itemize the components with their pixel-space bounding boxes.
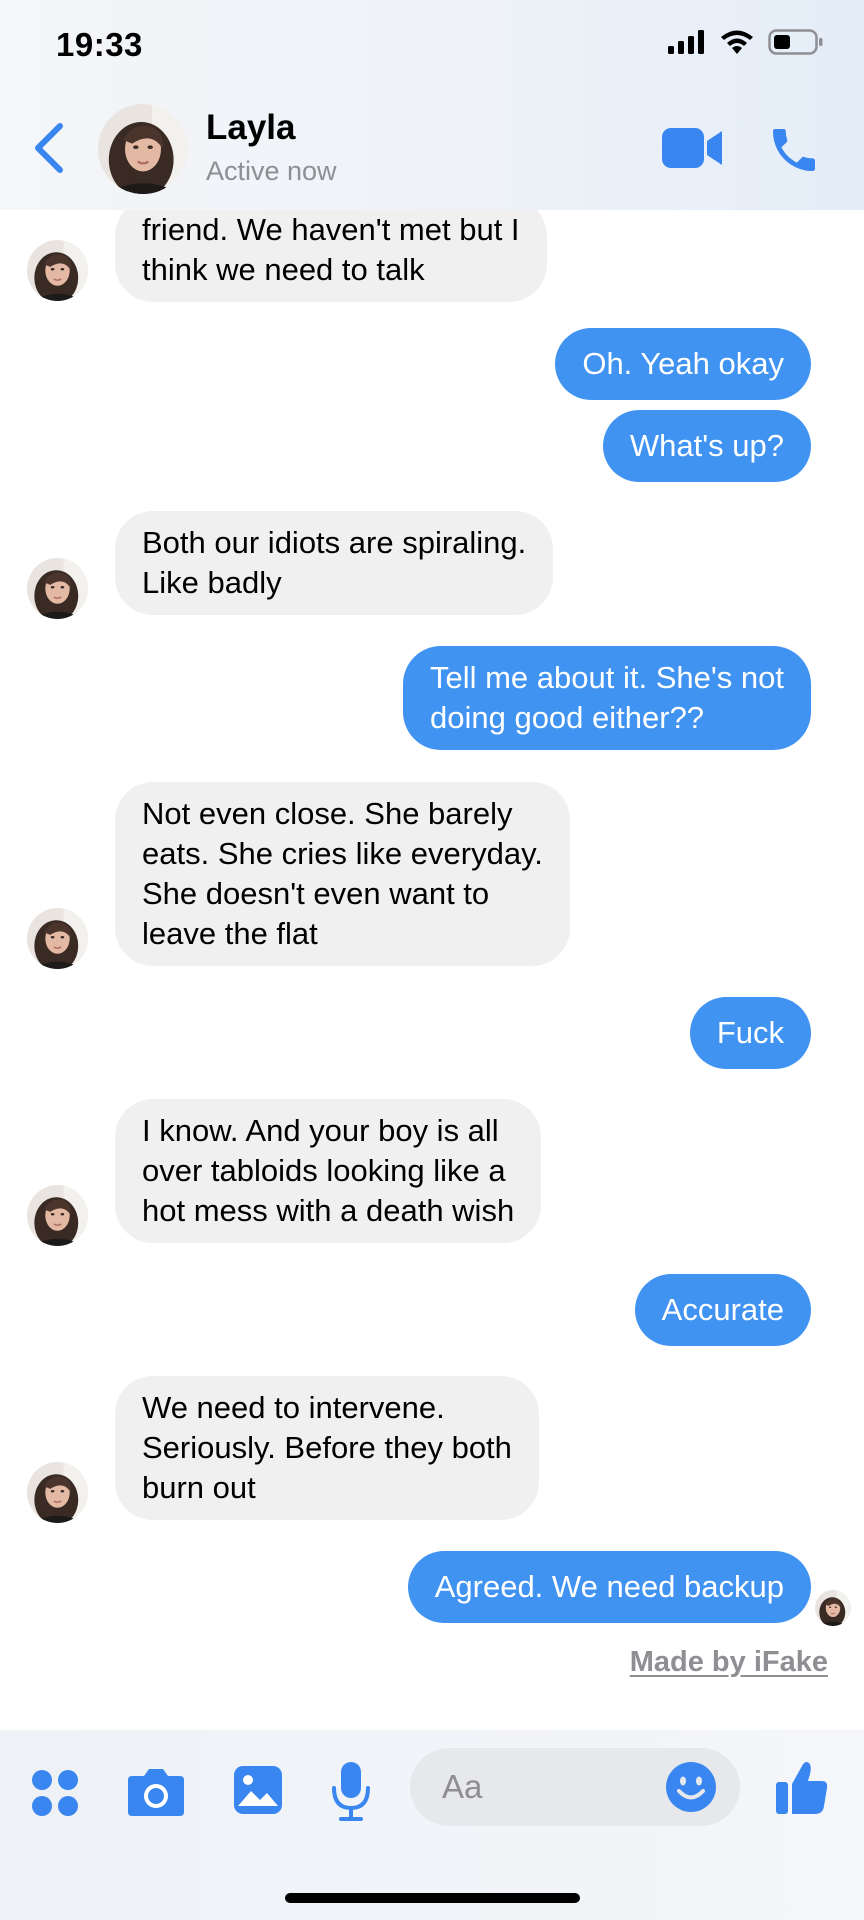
wifi-icon — [721, 30, 753, 54]
message-incoming[interactable]: We need to intervene. Seriously. Before … — [115, 1376, 539, 1520]
apps-button[interactable] — [30, 1768, 80, 1823]
phone-icon — [773, 129, 815, 171]
message-incoming[interactable]: I know. And your boy is all over tabloid… — [115, 1099, 542, 1243]
apps-icon — [32, 1770, 78, 1816]
message-outgoing[interactable]: Fuck — [689, 997, 811, 1069]
signal-icon — [668, 30, 704, 54]
chevron-left-icon — [35, 123, 63, 173]
avatar[interactable] — [27, 1462, 88, 1523]
voice-message-button[interactable] — [330, 1760, 372, 1827]
contact-avatar[interactable] — [98, 104, 188, 194]
thumbs-up-icon — [776, 1762, 828, 1814]
video-camera-icon — [662, 128, 722, 168]
emoji-button[interactable] — [664, 1760, 718, 1819]
microphone-icon — [332, 1762, 370, 1821]
home-indicator[interactable] — [285, 1893, 580, 1903]
message-outgoing[interactable]: Tell me about it. She's not doing good e… — [402, 646, 811, 750]
like-button[interactable] — [774, 1758, 830, 1821]
message-input-field[interactable] — [410, 1748, 740, 1826]
video-call-button[interactable] — [662, 126, 724, 170]
back-button[interactable] — [30, 118, 70, 178]
avatar[interactable] — [27, 1185, 88, 1246]
gallery-button[interactable] — [232, 1764, 284, 1821]
message-outgoing[interactable]: What's up? — [602, 410, 811, 482]
status-icons — [668, 28, 824, 56]
read-receipt-avatar — [815, 1590, 851, 1626]
avatar[interactable] — [27, 558, 88, 619]
message-incoming[interactable]: friend. We haven't met but I think we ne… — [115, 198, 547, 302]
message-input[interactable] — [442, 1766, 642, 1808]
message-incoming[interactable]: Not even close. She barely eats. She cri… — [115, 782, 570, 966]
gallery-icon — [234, 1766, 282, 1814]
camera-button[interactable] — [126, 1766, 186, 1823]
avatar[interactable] — [27, 908, 88, 969]
watermark: Made by iFake — [629, 1646, 828, 1678]
avatar[interactable] — [27, 240, 88, 301]
battery-icon — [768, 29, 823, 55]
message-incoming[interactable]: Both our idiots are spiraling. Like badl… — [115, 511, 554, 615]
status-time: 19:33 — [56, 26, 143, 63]
voice-call-button[interactable] — [766, 122, 822, 178]
contact-name[interactable]: Layla — [206, 108, 296, 148]
camera-icon — [128, 1769, 184, 1816]
chat-header: 19:33 Layla Active now — [0, 0, 864, 210]
message-thread[interactable]: friend. We haven't met but I think we ne… — [0, 0, 864, 1920]
message-outgoing[interactable]: Oh. Yeah okay — [555, 328, 811, 400]
message-outgoing[interactable]: Agreed. We need backup — [407, 1551, 811, 1623]
message-outgoing[interactable]: Accurate — [634, 1274, 811, 1346]
contact-status: Active now — [206, 156, 337, 186]
emoji-icon — [666, 1762, 716, 1812]
